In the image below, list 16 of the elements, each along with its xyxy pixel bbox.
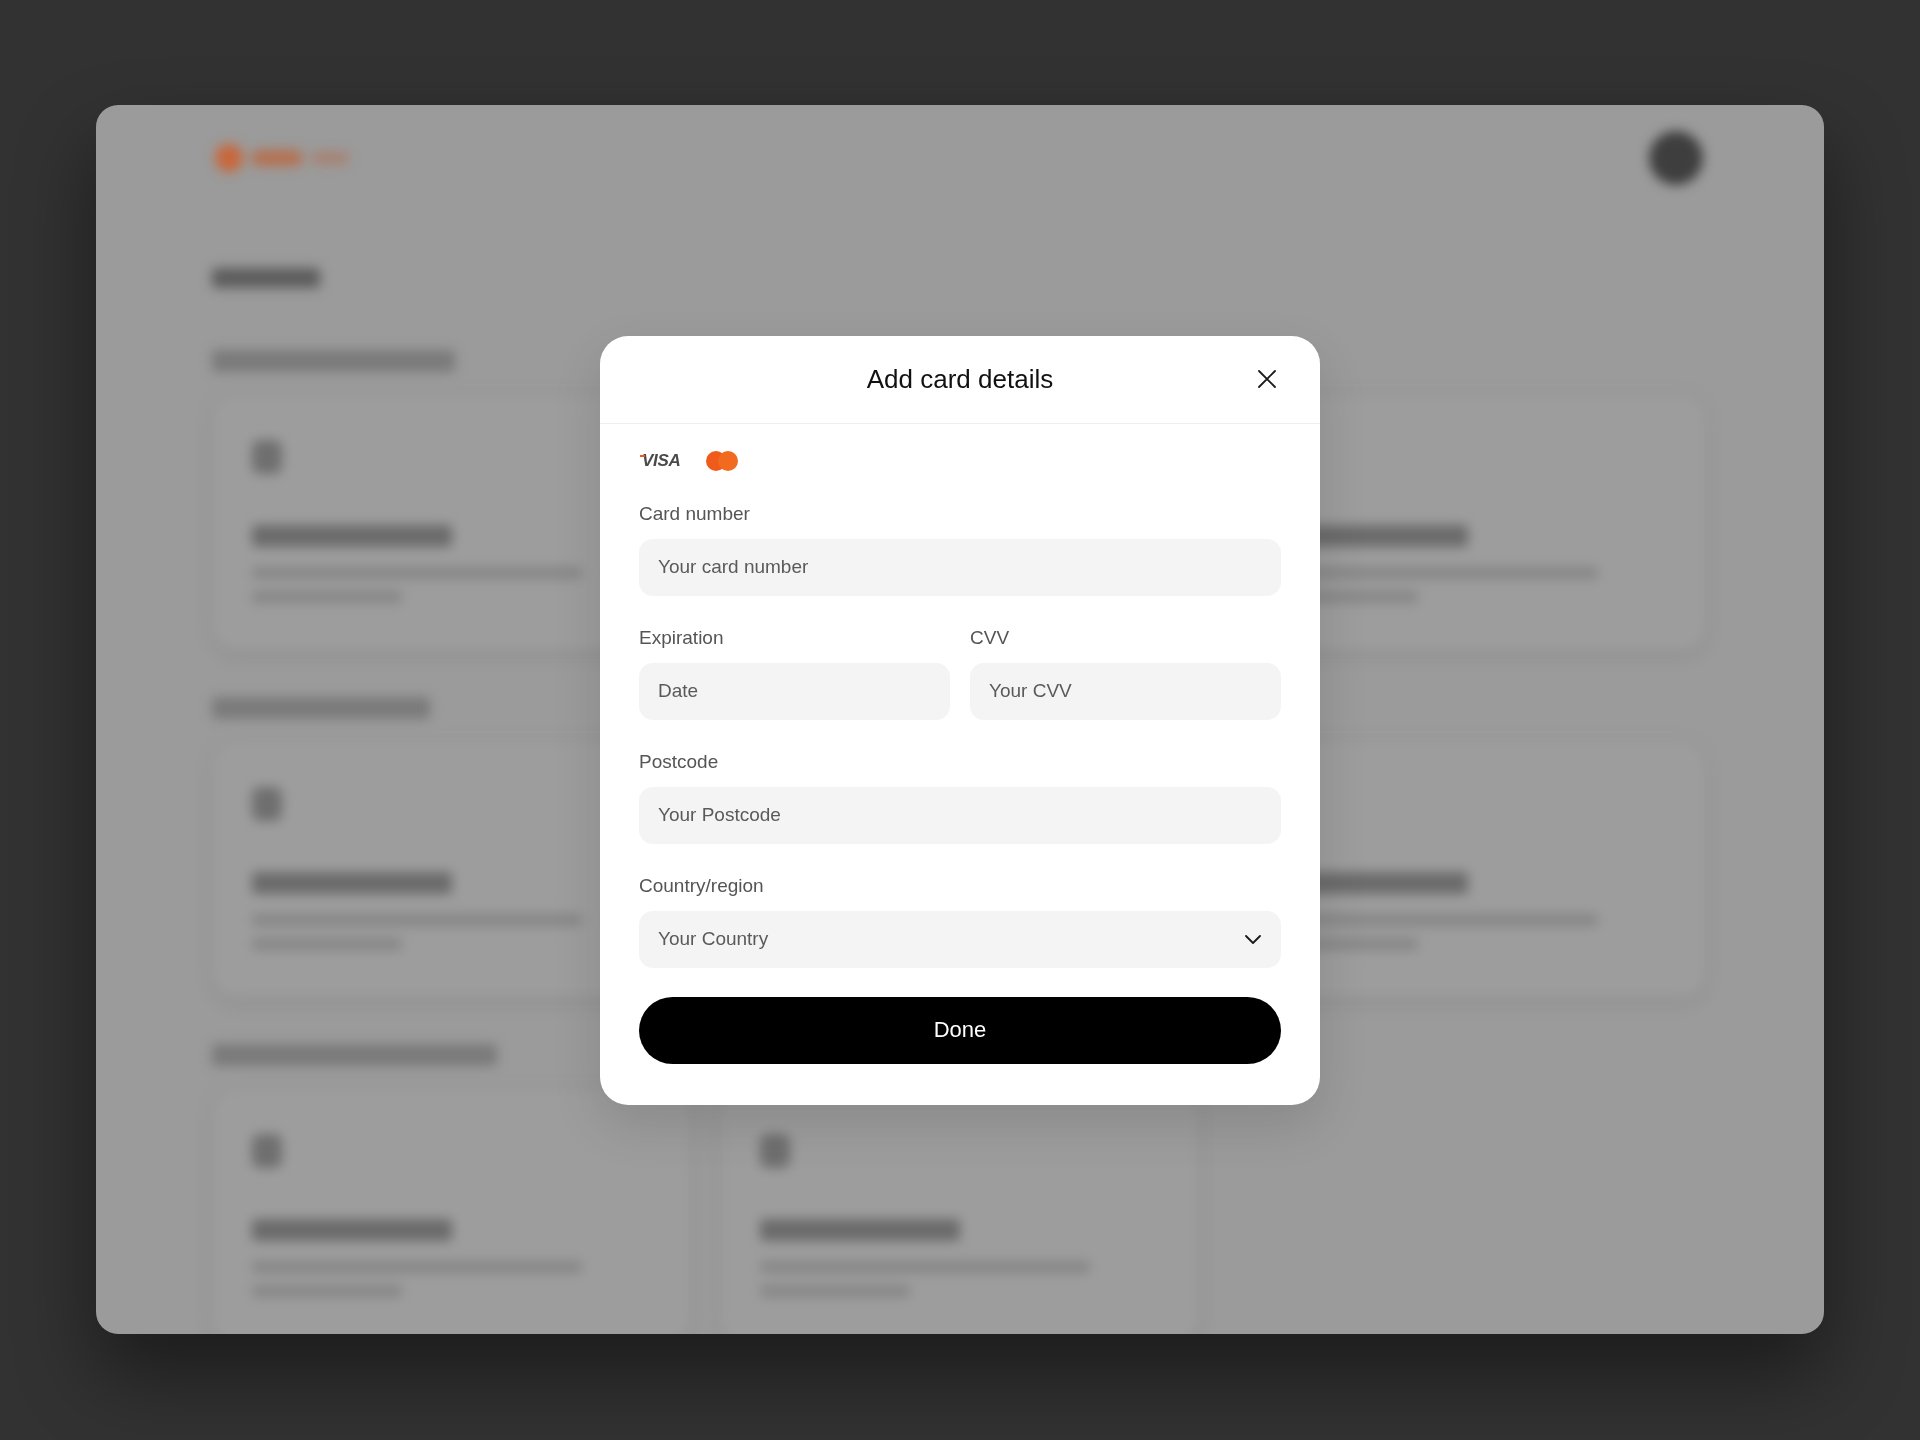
field-label: Country/region: [639, 874, 764, 897]
input-field[interactable]: Your card number: [639, 538, 1281, 596]
close-icon[interactable]: [1258, 370, 1276, 388]
card-brand-label: VISA: [642, 450, 681, 471]
field-label: Card number: [639, 502, 750, 525]
input-field[interactable]: Your Postcode: [639, 786, 1281, 844]
chevron-down-icon: [1245, 934, 1261, 944]
overlapping-circles-icon: [706, 450, 739, 471]
done-button[interactable]: Done: [639, 996, 1281, 1064]
select-field[interactable]: Your Country: [639, 910, 1281, 968]
input-field[interactable]: Your CVV: [970, 662, 1281, 720]
dialog-title: Add card details: [866, 363, 1054, 395]
input-field[interactable]: Date: [639, 662, 950, 720]
field-label: Expiration: [639, 626, 724, 649]
field-label: CVV: [970, 626, 1010, 649]
field-label: Postcode: [639, 750, 719, 773]
